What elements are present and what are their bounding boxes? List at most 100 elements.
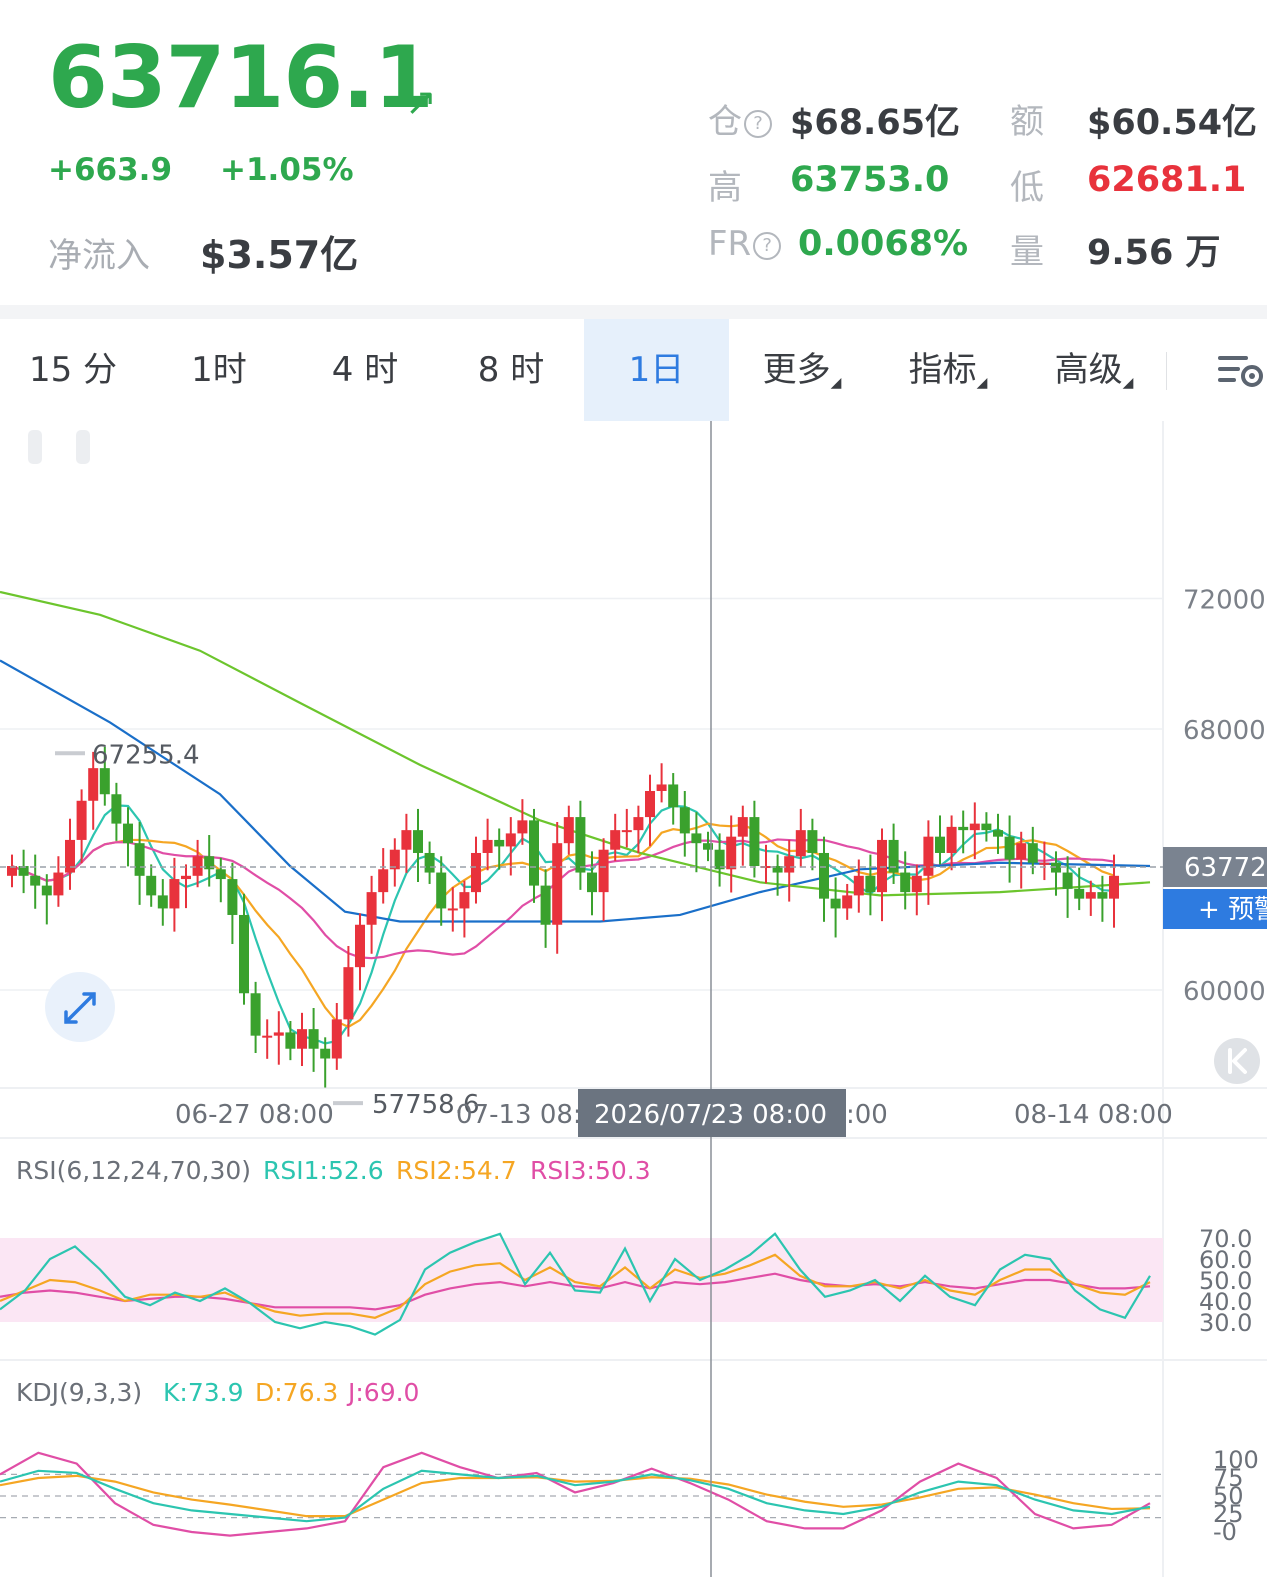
- chart-settings-icon[interactable]: [1216, 350, 1266, 390]
- candle-body: [239, 914, 249, 994]
- tab-1h[interactable]: 1时: [146, 319, 292, 421]
- placeholder-icon: [76, 430, 90, 464]
- candle-body: [749, 817, 760, 867]
- rsi-title: RSI(6,12,24,70,30): [16, 1156, 251, 1185]
- dropdown-triangle-icon: ◢: [976, 375, 988, 391]
- candle-body: [795, 830, 806, 857]
- candle-body: [146, 875, 157, 896]
- volume-label: 量: [1010, 232, 1044, 272]
- candle-body: [656, 784, 667, 791]
- candle-body: [471, 852, 481, 893]
- candle-body: [1016, 843, 1027, 860]
- tab-more[interactable]: 更多◢: [729, 319, 875, 421]
- price-axis-tick: 72000: [1183, 586, 1266, 616]
- candle-body: [842, 895, 853, 909]
- candle-body: [447, 908, 458, 911]
- quote-header: 63716.1 ↗ +663.9 +1.05% 净流入 $3.57亿 仓? $6…: [0, 0, 1267, 305]
- candle-body: [633, 817, 644, 831]
- kdj-legend-item: D:76.3: [255, 1378, 338, 1407]
- tab-4h[interactable]: 4 时: [292, 319, 438, 421]
- candle-body: [668, 784, 679, 808]
- rsi-band: [0, 1238, 1163, 1322]
- tab-1d[interactable]: 1日: [584, 319, 729, 421]
- candle-body: [366, 892, 377, 925]
- candle-body: [935, 836, 945, 853]
- help-icon[interactable]: ?: [753, 231, 782, 260]
- candle-body: [865, 875, 876, 893]
- candle-body: [993, 830, 1003, 837]
- candle-body: [436, 872, 447, 909]
- candle-body: [320, 1048, 331, 1059]
- candle-body: [923, 836, 934, 876]
- position-label: 仓?: [708, 94, 772, 143]
- candle-body: [981, 823, 992, 831]
- kdj-axis-tick: -0: [1213, 1518, 1237, 1546]
- candle-body: [273, 1032, 284, 1036]
- candle-body: [1097, 892, 1108, 899]
- net-inflow-label: 净流入: [48, 236, 150, 276]
- price-axis-tick: 68000: [1183, 716, 1266, 746]
- kdj-title: KDJ(9,3,3): [16, 1378, 142, 1407]
- dropdown-triangle-icon: ◢: [1122, 375, 1134, 391]
- candle-body: [262, 1035, 273, 1038]
- low-label: 低: [1010, 168, 1044, 208]
- time-axis-tick: 08-14 08:00: [1014, 1100, 1173, 1130]
- candle-body: [413, 830, 423, 853]
- rsi-axis-tick: 30.0: [1199, 1309, 1252, 1337]
- candle-body: [123, 823, 133, 844]
- tab-8h[interactable]: 8 时: [438, 319, 584, 421]
- candle-body: [111, 794, 122, 824]
- price-axis-tick: 60000: [1183, 977, 1266, 1007]
- kline-chart[interactable]: 72000 68000 60000 RSI(6,12,24,70,30) RSI1:5…: [0, 421, 1267, 1577]
- candle-body: [494, 839, 505, 847]
- price-change: +663.9: [48, 152, 173, 188]
- candle-body: [99, 768, 110, 795]
- candle-body: [88, 768, 99, 801]
- candle-body: [540, 885, 551, 925]
- tab-15m[interactable]: 15 分: [0, 319, 146, 421]
- candle-body: [41, 885, 52, 896]
- candle-body: [598, 849, 609, 893]
- skip-to-latest-icon[interactable]: [1214, 1038, 1260, 1084]
- candle-body: [1074, 888, 1085, 899]
- low-value: 62681.1: [1087, 160, 1247, 200]
- time-axis-tick: 07-13 08:: [456, 1100, 582, 1130]
- candle-body: [30, 875, 41, 886]
- high-label: 高: [708, 168, 742, 208]
- candle-body: [378, 869, 389, 893]
- candle-body: [157, 895, 168, 909]
- candle-body: [76, 800, 87, 840]
- candle-body: [737, 817, 748, 837]
- candle-body: [691, 833, 702, 844]
- candle-body: [900, 872, 911, 893]
- candle-body: [517, 820, 528, 834]
- section-divider: [0, 305, 1267, 319]
- tab-advanced[interactable]: 高级◢: [1021, 319, 1167, 421]
- candle-body: [285, 1032, 296, 1049]
- candle-body: [459, 892, 470, 909]
- candle-body: [134, 843, 145, 876]
- tab-separator: [1166, 352, 1167, 390]
- candle-body: [1085, 892, 1096, 899]
- rsi-legend-item: RSI3:50.3: [530, 1156, 651, 1185]
- rsi-legend-item: RSI1:52.6: [263, 1156, 384, 1185]
- candle-body: [807, 830, 818, 853]
- candle-body: [1004, 836, 1015, 860]
- candle-body: [853, 875, 864, 896]
- candle-body: [297, 1029, 307, 1049]
- candle-body: [505, 833, 516, 847]
- candle-body: [552, 843, 563, 925]
- help-icon[interactable]: ?: [744, 109, 772, 138]
- candle-body: [1027, 843, 1038, 863]
- candle-body: [958, 826, 969, 831]
- amount-label: 额: [1010, 102, 1044, 142]
- kdj-legend-item: J:69.0: [346, 1378, 419, 1407]
- tab-indicators[interactable]: 指标◢: [875, 319, 1021, 421]
- amount-value: $60.54亿: [1087, 103, 1258, 143]
- candle-body: [1062, 872, 1073, 889]
- candle-body: [830, 898, 841, 909]
- placeholder-icon: [28, 430, 42, 464]
- last-price: 63716.1: [48, 28, 434, 128]
- current-price-text: 63772: [1184, 853, 1267, 883]
- candle-body: [250, 993, 261, 1036]
